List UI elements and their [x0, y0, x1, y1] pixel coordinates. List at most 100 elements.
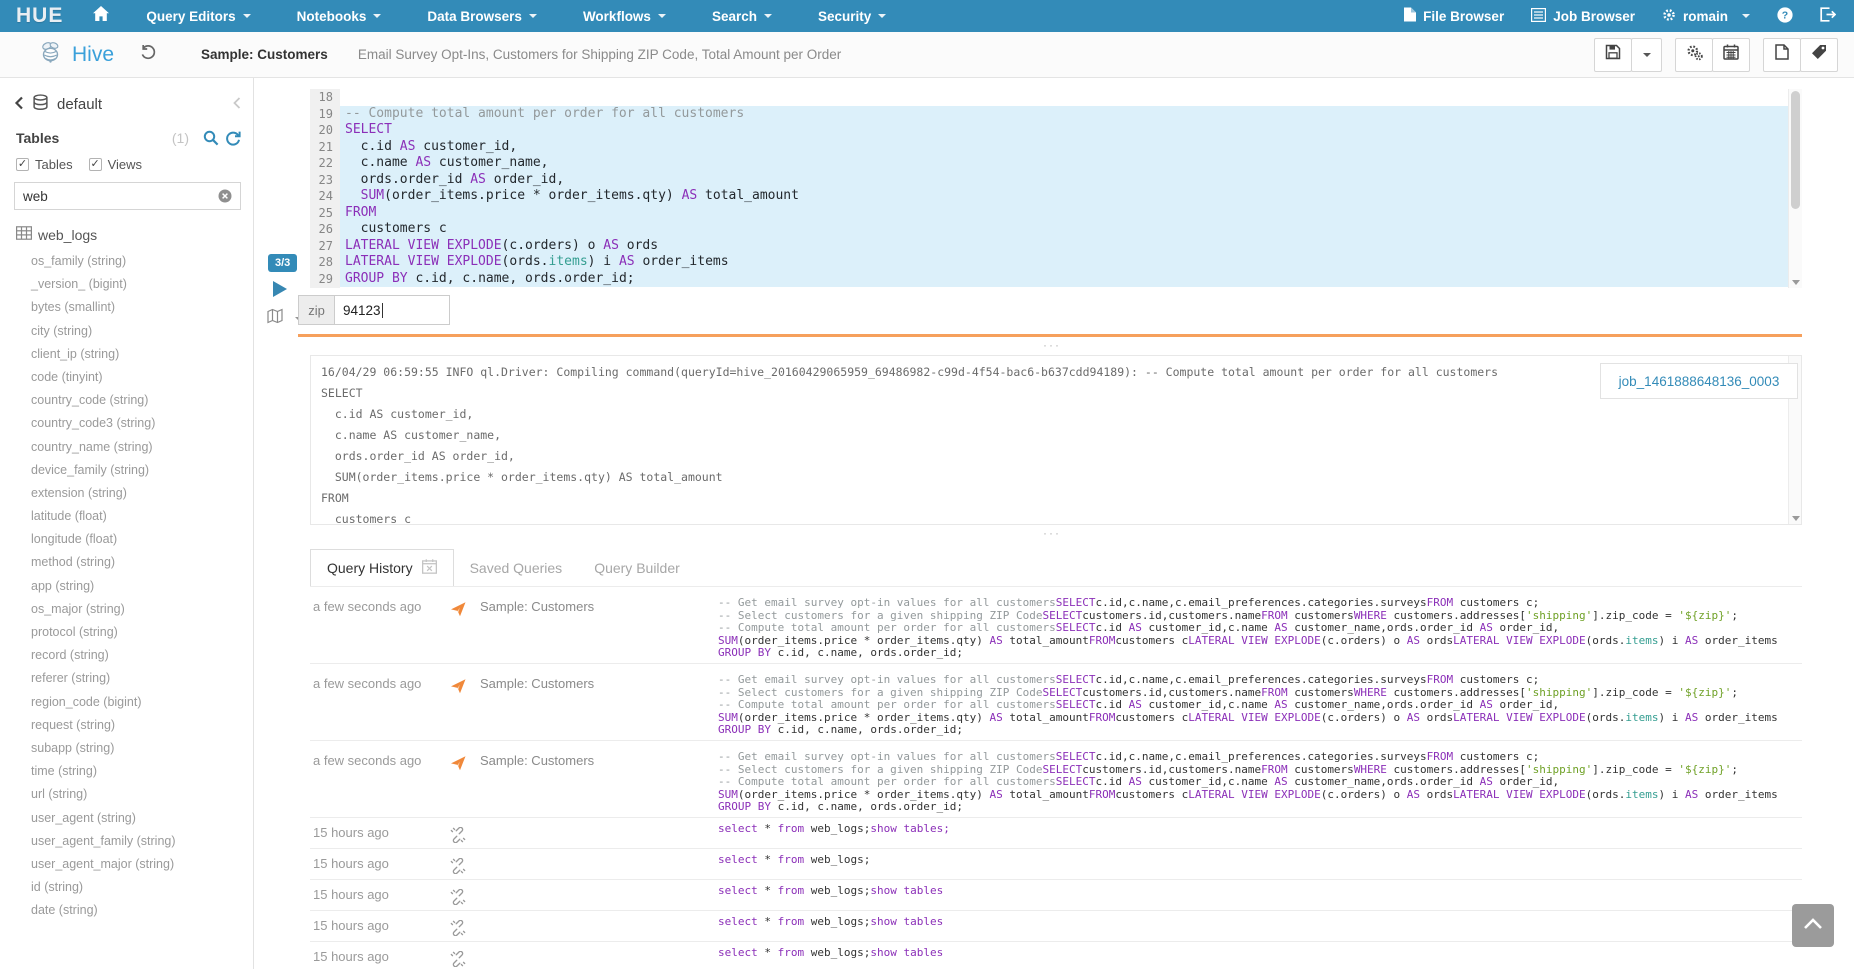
scroll-down-arrow-icon[interactable] — [1792, 516, 1800, 521]
sql-editor[interactable]: 181920212223242526272829 -- Compute tota… — [310, 89, 1802, 288]
file-browser-link[interactable]: File Browser — [1404, 7, 1504, 25]
column-item[interactable]: code (tinyint) — [31, 366, 253, 389]
column-item[interactable]: bytes (smallint) — [31, 296, 253, 319]
code-line[interactable]: -- Compute total amount per order for al… — [340, 106, 1788, 123]
column-item[interactable]: extension (string) — [31, 482, 253, 505]
menu-workflows[interactable]: Workflows — [560, 0, 689, 32]
column-item[interactable]: record (string) — [31, 644, 253, 667]
code-line[interactable]: SUM(order_items.price * order_items.qty)… — [340, 188, 1788, 205]
column-item[interactable]: user_agent_major (string) — [31, 853, 253, 876]
history-row[interactable]: 15 hours agoselect * from web_logs;show … — [310, 910, 1802, 941]
menu-data-browsers[interactable]: Data Browsers — [404, 0, 560, 32]
log-output[interactable]: 16/04/29 06:59:55 INFO ql.Driver: Compil… — [310, 355, 1802, 525]
hue-logo[interactable]: HUE — [16, 4, 63, 28]
history-query-name[interactable] — [480, 856, 718, 879]
job-link[interactable]: job_1461888648136_0003 — [1619, 374, 1780, 389]
history-query-name[interactable]: Sample: Customers — [480, 753, 718, 817]
history-query-snippet[interactable]: -- Get email survey opt-in values for al… — [718, 674, 1802, 740]
column-item[interactable]: _version_ (bigint) — [31, 273, 253, 296]
column-item[interactable]: app (string) — [31, 575, 253, 598]
query-name[interactable]: Sample: Customers — [201, 47, 328, 62]
scrollbar-thumb[interactable] — [1791, 91, 1800, 209]
history-query-name[interactable]: Sample: Customers — [480, 676, 718, 740]
filter-tables-checkbox[interactable]: ✓ Tables — [16, 157, 73, 172]
code-line[interactable]: c.name AS customer_name, — [340, 155, 1788, 172]
save-options-button[interactable] — [1631, 38, 1662, 72]
code-line[interactable]: SELECT — [340, 122, 1788, 139]
tab-query-builder[interactable]: Query Builder — [578, 549, 696, 586]
query-history-button[interactable] — [140, 44, 157, 66]
history-query-snippet[interactable]: -- Get email survey opt-in values for al… — [718, 751, 1802, 817]
column-item[interactable]: city (string) — [31, 320, 253, 343]
column-item[interactable]: latitude (float) — [31, 505, 253, 528]
history-query-name[interactable] — [480, 887, 718, 910]
code-line[interactable]: c.id AS customer_id, — [340, 139, 1788, 156]
history-query-snippet[interactable]: select * from web_logs; — [718, 854, 1802, 879]
code-line[interactable]: FROM — [340, 205, 1788, 222]
back-chevron-icon[interactable] — [14, 96, 24, 114]
history-query-snippet[interactable]: select * from web_logs;show tables — [718, 885, 1802, 910]
hive-logo[interactable]: Hive — [38, 40, 114, 69]
column-item[interactable]: country_name (string) — [31, 436, 253, 459]
column-item[interactable]: device_family (string) — [31, 459, 253, 482]
history-query-name[interactable] — [480, 949, 718, 969]
column-item[interactable]: user_agent_family (string) — [31, 830, 253, 853]
variable-input[interactable]: 94123 — [334, 295, 450, 325]
column-item[interactable]: country_code3 (string) — [31, 412, 253, 435]
history-query-snippet[interactable]: select * from web_logs;show tables; — [718, 823, 1802, 848]
menu-query-editors[interactable]: Query Editors — [123, 0, 273, 32]
clear-search-icon[interactable] — [218, 189, 232, 203]
scroll-down-arrow-icon[interactable] — [1792, 280, 1800, 285]
query-description[interactable]: Email Survey Opt-Ins, Customers for Ship… — [358, 47, 841, 62]
history-row[interactable]: 15 hours agoselect * from web_logs;show … — [310, 817, 1802, 848]
database-name[interactable]: default — [57, 96, 102, 113]
column-item[interactable]: date (string) — [31, 899, 253, 922]
statement-count-badge[interactable]: 3/3 — [268, 254, 297, 272]
tags-button[interactable] — [1800, 38, 1838, 72]
table-search-input[interactable]: web — [14, 182, 241, 210]
refresh-icon[interactable] — [225, 130, 241, 146]
logout-button[interactable] — [1820, 7, 1836, 25]
column-item[interactable]: longitude (float) — [31, 528, 253, 551]
column-item[interactable]: request (string) — [31, 714, 253, 737]
menu-security[interactable]: Security — [795, 0, 909, 32]
history-row[interactable]: 15 hours agoselect * from web_logs; — [310, 848, 1802, 879]
job-browser-link[interactable]: Job Browser — [1531, 8, 1635, 25]
column-item[interactable]: os_major (string) — [31, 598, 253, 621]
history-query-name[interactable]: Sample: Customers — [480, 599, 718, 663]
history-query-snippet[interactable]: select * from web_logs;show tables — [718, 916, 1802, 941]
column-item[interactable]: country_code (string) — [31, 389, 253, 412]
code-line[interactable]: customers c — [340, 221, 1788, 238]
collapse-sidebar-icon[interactable] — [233, 96, 241, 113]
home-button[interactable] — [93, 6, 109, 26]
column-item[interactable]: user_agent (string) — [31, 807, 253, 830]
history-query-name[interactable] — [480, 825, 718, 848]
history-query-name[interactable] — [480, 918, 718, 941]
column-item[interactable]: method (string) — [31, 551, 253, 574]
column-item[interactable]: os_family (string) — [31, 250, 253, 273]
code-line[interactable]: LATERAL VIEW EXPLODE(c.orders) o AS ords — [340, 238, 1788, 255]
code-line[interactable] — [340, 89, 1788, 106]
history-row[interactable]: 15 hours agoselect * from web_logs;show … — [310, 879, 1802, 910]
column-item[interactable]: subapp (string) — [31, 737, 253, 760]
column-item[interactable]: client_ip (string) — [31, 343, 253, 366]
history-row[interactable]: a few seconds agoSample: Customers-- Get… — [310, 740, 1802, 817]
menu-notebooks[interactable]: Notebooks — [274, 0, 405, 32]
code-line[interactable]: GROUP BY c.id, c.name, ords.order_id; — [340, 271, 1788, 288]
resize-handle[interactable]: ··· — [1030, 340, 1074, 350]
user-menu[interactable]: romain — [1662, 8, 1750, 25]
column-item[interactable]: id (string) — [31, 876, 253, 899]
settings-button[interactable] — [1675, 38, 1713, 72]
schedule-button[interactable] — [1712, 38, 1750, 72]
menu-search[interactable]: Search — [689, 0, 795, 32]
editor-scrollbar[interactable] — [1788, 89, 1802, 288]
column-item[interactable]: url (string) — [31, 783, 253, 806]
search-icon[interactable] — [203, 130, 219, 146]
new-query-button[interactable] — [1763, 38, 1801, 72]
help-button[interactable]: ? — [1777, 7, 1793, 26]
code-line[interactable]: ords.order_id AS order_id, — [340, 172, 1788, 189]
history-row[interactable]: a few seconds agoSample: Customers-- Get… — [310, 586, 1802, 663]
column-item[interactable]: time (string) — [31, 760, 253, 783]
history-query-snippet[interactable]: -- Get email survey opt-in values for al… — [718, 597, 1802, 663]
editor-code[interactable]: -- Compute total amount per order for al… — [340, 89, 1788, 288]
